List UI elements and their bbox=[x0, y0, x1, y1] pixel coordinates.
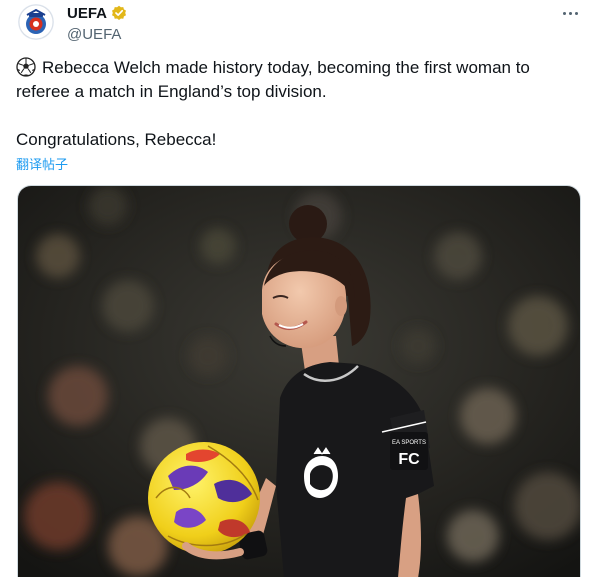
avatar[interactable] bbox=[18, 4, 54, 40]
kit-badge-text: FC bbox=[398, 451, 420, 468]
soccer-ball-icon bbox=[16, 57, 36, 77]
verified-gold-badge-icon bbox=[112, 5, 127, 20]
dot bbox=[562, 11, 566, 15]
author-header: UEFA @UEFA bbox=[67, 4, 127, 43]
display-name[interactable]: UEFA bbox=[67, 5, 107, 22]
tweet-line-2: referee a match in England’s top divisio… bbox=[16, 82, 327, 101]
tweet-line-3: Congratulations, Rebecca! bbox=[16, 130, 217, 149]
tweet-line-1: Rebecca Welch made history today, becomi… bbox=[42, 58, 530, 77]
handle[interactable]: @UEFA bbox=[67, 26, 127, 43]
tweet: UEFA @UEFA Rebecca Welch made history to… bbox=[0, 0, 599, 577]
translate-post-link[interactable]: 翻译帖子 bbox=[16, 154, 68, 173]
tweet-text: Rebecca Welch made history today, becomi… bbox=[16, 56, 576, 152]
dot bbox=[568, 11, 572, 15]
kit-sponsor-text: EA SPORTS bbox=[392, 440, 426, 446]
kit-sponsor-patch: EA SPORTS FC bbox=[390, 432, 428, 470]
more-horizontal-icon[interactable] bbox=[559, 6, 581, 20]
dot bbox=[574, 11, 578, 15]
uefa-logo-icon bbox=[18, 4, 54, 40]
tweet-media-photo[interactable]: EA SPORTS FC bbox=[17, 185, 581, 577]
